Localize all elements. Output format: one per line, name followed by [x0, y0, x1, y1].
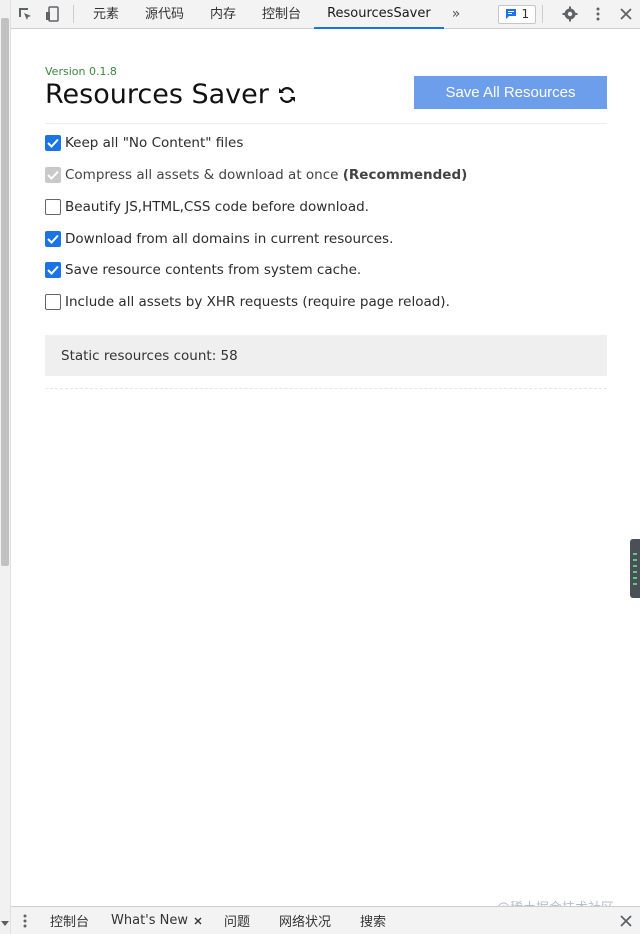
scroll-down-arrow-icon[interactable]	[1, 921, 9, 926]
option-label: Save resource contents from system cache…	[65, 262, 362, 278]
checkbox-checked[interactable]	[45, 231, 61, 247]
drawer-tab-label: 问题	[224, 915, 251, 930]
devtools-toolbar: 元素 源代码 内存 控制台 ResourcesSaver » 1	[11, 0, 640, 29]
inspect-element-icon[interactable]	[11, 0, 39, 28]
side-widget[interactable]	[630, 539, 640, 598]
drawer-tab-network-conditions[interactable]: 网络状况	[261, 911, 342, 930]
option-beautify-code[interactable]: Beautify JS,HTML,CSS code before downloa…	[45, 199, 369, 215]
version-label: Version 0.1.8	[45, 65, 117, 78]
drawer-tab-issues[interactable]: 问题	[213, 911, 261, 930]
option-label: Download from all domains in current res…	[65, 231, 394, 247]
drawer-tab-label: 搜索	[360, 915, 387, 930]
option-label: Keep all "No Content" files	[65, 135, 244, 151]
page-scrollbar-thumb[interactable]	[1, 18, 9, 566]
more-options-icon[interactable]	[584, 0, 612, 28]
option-label: Beautify JS,HTML,CSS code before downloa…	[65, 199, 369, 215]
message-icon	[506, 9, 517, 19]
drawer-tab-label: 控制台	[50, 915, 90, 930]
option-keep-no-content[interactable]: Keep all "No Content" files	[45, 135, 243, 151]
tab-resources-saver[interactable]: ResourcesSaver	[314, 0, 444, 29]
page-title: Resources Saver	[45, 79, 297, 110]
close-icon[interactable]	[194, 917, 202, 925]
drawer-tab-search[interactable]: 搜索	[342, 911, 397, 930]
page-scrollbar[interactable]	[0, 0, 11, 934]
save-all-resources-button[interactable]: Save All Resources	[414, 76, 607, 109]
drawer-menu-icon[interactable]	[11, 907, 39, 934]
tab-console[interactable]: 控制台	[249, 0, 314, 29]
resource-count-text: Static resources count: 58	[61, 347, 238, 364]
issues-badge[interactable]: 1	[498, 4, 537, 24]
device-toolbar-icon[interactable]	[39, 0, 67, 28]
option-save-system-cache[interactable]: Save resource contents from system cache…	[45, 262, 361, 278]
issues-count: 1	[521, 7, 530, 21]
option-include-xhr[interactable]: Include all assets by XHR requests (requ…	[45, 294, 450, 310]
divider	[45, 388, 607, 389]
drawer-tab-label: 网络状况	[279, 915, 332, 930]
divider	[45, 123, 607, 124]
status-box: Static resources count: 58	[45, 335, 607, 376]
refresh-icon[interactable]	[277, 85, 297, 105]
close-icon[interactable]	[612, 907, 640, 934]
checkbox-checked[interactable]	[45, 135, 61, 151]
tab-sources[interactable]: 源代码	[132, 0, 197, 29]
close-icon[interactable]	[612, 0, 640, 28]
tab-elements[interactable]: 元素	[80, 0, 132, 29]
option-download-all-domains[interactable]: Download from all domains in current res…	[45, 231, 393, 247]
checkbox-checked-disabled	[45, 167, 61, 183]
drawer-tab-whats-new[interactable]: What's New	[100, 913, 213, 928]
more-tabs-chevron-icon[interactable]: »	[444, 0, 469, 29]
drawer-toolbar: 控制台 What's New 问题 网络状况 搜索	[11, 906, 640, 934]
recommended-label: (Recommended)	[342, 167, 468, 183]
option-label: Include all assets by XHR requests (requ…	[65, 294, 450, 310]
option-label: Compress all assets & download at once	[65, 167, 343, 183]
drawer-tab-label: What's New	[111, 913, 189, 928]
gear-icon[interactable]	[556, 0, 584, 28]
toolbar-separator	[73, 5, 74, 23]
option-compress-assets: Compress all assets & download at once (…	[45, 167, 467, 183]
checkbox-checked[interactable]	[45, 262, 61, 278]
tab-memory[interactable]: 内存	[197, 0, 249, 29]
checkbox-unchecked[interactable]	[45, 199, 61, 215]
checkbox-unchecked[interactable]	[45, 294, 61, 310]
drawer-tab-console[interactable]: 控制台	[39, 911, 100, 930]
toolbar-separator	[542, 5, 544, 23]
title-text: Resources Saver	[45, 79, 269, 110]
